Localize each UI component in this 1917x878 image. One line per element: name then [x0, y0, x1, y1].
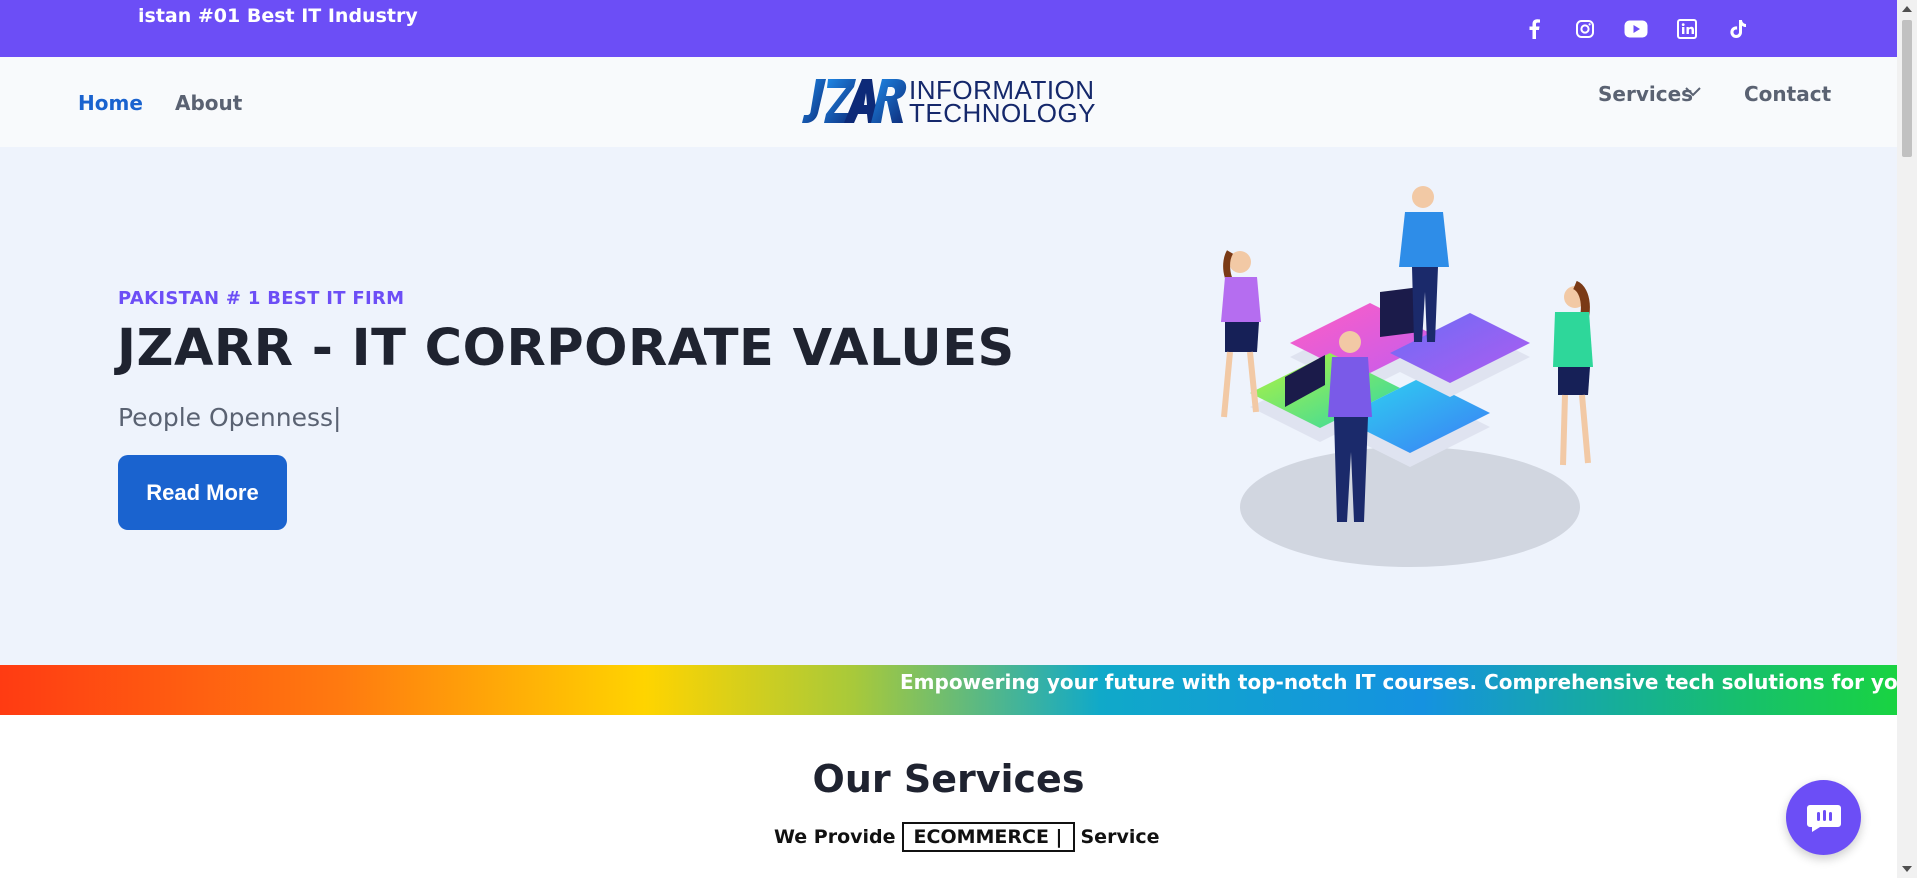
- provide-word-box: ECOMMERCE |: [901, 822, 1075, 852]
- read-more-button[interactable]: Read More: [118, 455, 287, 530]
- nav-home-link[interactable]: Home: [78, 91, 143, 115]
- announcement-marquee: istan #01 Best IT Industry: [138, 5, 418, 27]
- social-links: [1520, 17, 1775, 41]
- team-puzzle-illustration: [1221, 186, 1593, 567]
- main-navbar: Home About INFORMATION TECHNOLOGY Servic…: [0, 57, 1897, 147]
- scroll-down-arrow-icon[interactable]: [1902, 866, 1912, 872]
- provide-prefix: We Provide: [774, 826, 896, 848]
- hero-kicker: PAKISTAN # 1 BEST IT FIRM: [118, 288, 405, 309]
- linkedin-icon[interactable]: [1673, 17, 1700, 41]
- chat-widget-button[interactable]: [1786, 780, 1861, 855]
- top-announcement-bar: istan #01 Best IT Industry: [0, 0, 1897, 57]
- ticker-text: Empowering your future with top-notch IT…: [900, 670, 1897, 694]
- nav-about-link[interactable]: About: [175, 91, 242, 115]
- facebook-icon[interactable]: [1520, 17, 1547, 41]
- youtube-icon[interactable]: [1622, 17, 1649, 41]
- hero-headline: JZARR - IT CORPORATE VALUES: [117, 319, 1015, 378]
- services-typed-line: We Provide ECOMMERCE | Service: [774, 822, 1160, 852]
- nav-contact-link[interactable]: Contact: [1744, 82, 1831, 106]
- logo-line-2: TECHNOLOGY: [909, 98, 1097, 128]
- chat-bubble-icon: [1806, 804, 1841, 832]
- services-title: Our Services: [812, 757, 1085, 801]
- nav-services-dropdown[interactable]: Services: [1598, 82, 1693, 106]
- scrollbar-thumb[interactable]: [1902, 20, 1912, 157]
- hero-section: PAKISTAN # 1 BEST IT FIRM JZARR - IT COR…: [0, 147, 1897, 665]
- tiktok-icon[interactable]: [1724, 17, 1751, 41]
- chevron-down-icon[interactable]: [1684, 84, 1702, 103]
- jzar-logo-mark: [802, 79, 907, 123]
- rainbow-ticker: Empowering your future with top-notch IT…: [0, 665, 1897, 715]
- page-scrollbar[interactable]: [1897, 0, 1917, 878]
- services-section: Our Services We Provide ECOMMERCE | Serv…: [0, 715, 1897, 878]
- instagram-icon[interactable]: [1571, 17, 1598, 41]
- scroll-up-arrow-icon[interactable]: [1902, 6, 1912, 12]
- jzar-logo[interactable]: INFORMATION TECHNOLOGY: [802, 75, 1097, 128]
- provide-suffix: Service: [1080, 826, 1160, 848]
- hero-typed-text: People Openness|: [118, 403, 342, 432]
